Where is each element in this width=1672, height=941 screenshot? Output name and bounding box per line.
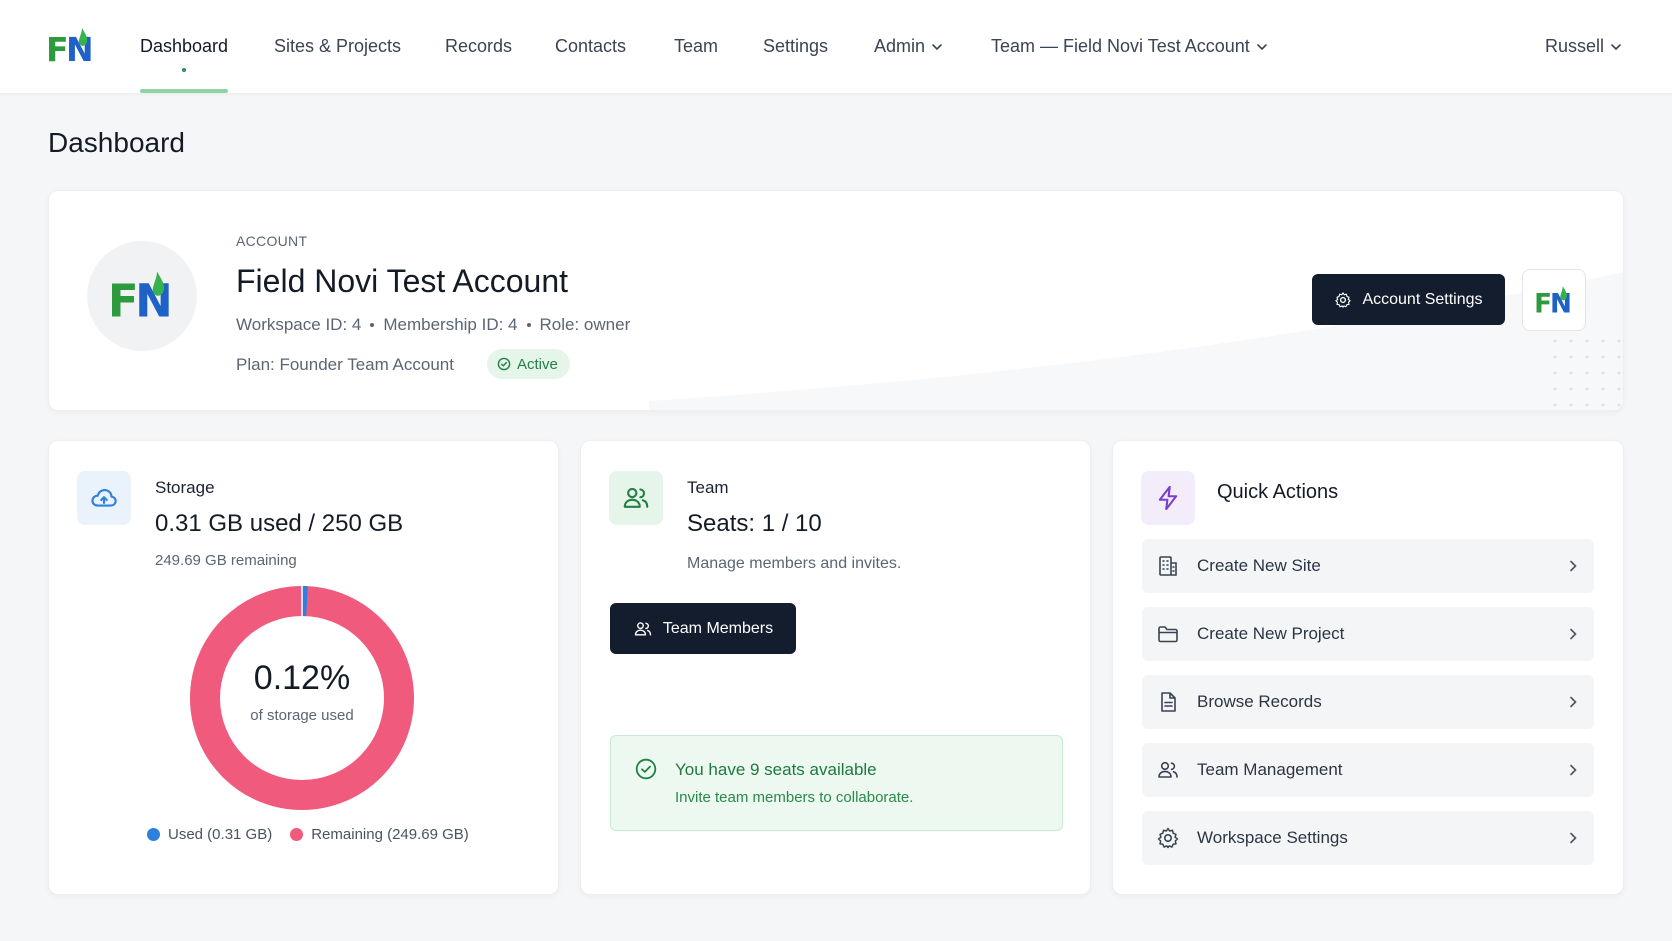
storage-label: Storage (155, 478, 215, 497)
nav-settings[interactable]: Settings (763, 36, 828, 57)
account-logo: F N (108, 271, 173, 326)
workspace-id: Workspace ID: 4 (236, 315, 362, 334)
account-role: Role: owner (539, 315, 631, 334)
svg-text:F: F (108, 274, 139, 326)
team-description: Manage members and invites. (687, 555, 902, 572)
nav-contacts[interactable]: Contacts (555, 36, 626, 57)
nav-dashboard[interactable]: Dashboard (140, 36, 228, 57)
storage-card: Storage 0.31 GB used / 250 GB 249.69 GB … (48, 440, 559, 895)
app-logo[interactable]: F N (46, 24, 96, 68)
active-dot (182, 68, 186, 72)
nav-team-switcher[interactable]: Team — Field Novi Test Account (991, 36, 1268, 57)
chevron-down-icon (932, 43, 942, 50)
legend-used: Used (0.31 GB) (147, 826, 272, 843)
team-members-button[interactable]: Team Members (610, 603, 796, 654)
chevron-right-icon (1570, 764, 1577, 776)
chevron-right-icon (1570, 832, 1577, 844)
account-settings-button[interactable]: Account Settings (1312, 274, 1505, 325)
storage-percent: 0.12% (253, 659, 351, 697)
nav-admin[interactable]: Admin (874, 36, 943, 57)
check-circle-icon (497, 357, 511, 371)
chevron-down-icon (1611, 43, 1621, 50)
storage-icon-box (77, 471, 131, 525)
chevron-right-icon (1570, 696, 1577, 708)
quick-action-create-site[interactable]: Create New Site (1142, 539, 1594, 593)
account-logo-button[interactable]: F N (1522, 269, 1586, 331)
account-card: F N ACCOUNT Field Novi Test Account Work… (48, 190, 1624, 411)
separator-dot (526, 323, 531, 327)
nav-sites-projects[interactable]: Sites & Projects (274, 36, 401, 57)
page-title: Dashboard (48, 127, 185, 158)
lightning-icon (1158, 485, 1178, 511)
nav-team[interactable]: Team (674, 36, 718, 57)
storage-legend: Used (0.31 GB) Remaining (249.69 GB) (147, 826, 469, 843)
svg-text:N: N (135, 274, 173, 326)
chevron-down-icon (1256, 43, 1267, 50)
storage-value: 0.31 GB used / 250 GB (155, 510, 404, 537)
status-badge: Active (487, 349, 570, 379)
team-icon-box (609, 471, 663, 525)
quick-actions-title: Quick Actions (1217, 481, 1339, 503)
account-eyebrow: ACCOUNT (236, 233, 308, 249)
check-circle-icon (635, 758, 657, 780)
team-card: Team Seats: 1 / 10 Manage members and in… (580, 440, 1091, 895)
account-meta: Workspace ID: 4 Membership ID: 4 Role: o… (236, 315, 630, 335)
account-avatar: F N (87, 241, 197, 351)
donut-remaining-arc (190, 586, 414, 810)
separator-dot (370, 323, 375, 327)
account-plan: Plan: Founder Team Account (236, 355, 454, 374)
legend-remaining: Remaining (249.69 GB) (290, 826, 469, 843)
storage-remaining: 249.69 GB remaining (155, 552, 297, 569)
chevron-right-icon (1570, 628, 1577, 640)
user-menu[interactable]: Russell (1545, 36, 1622, 57)
nav-records[interactable]: Records (445, 36, 512, 57)
quick-action-workspace-settings[interactable]: Workspace Settings (1142, 811, 1594, 865)
quick-actions-card: Quick Actions Create New Site Create New… (1112, 440, 1624, 895)
storage-percent-caption: of storage used (250, 707, 354, 724)
team-label: Team (687, 478, 729, 497)
gear-icon (1335, 291, 1352, 308)
logo-mark: F N (1534, 285, 1572, 318)
decorative-dots (1553, 339, 1621, 407)
folder-icon (1158, 626, 1178, 643)
legend-used-swatch (147, 828, 160, 841)
building-icon (1159, 556, 1177, 576)
quick-action-team-management[interactable]: Team Management (1142, 743, 1594, 797)
users-icon (634, 621, 652, 636)
active-underline (140, 89, 228, 93)
account-name: Field Novi Test Account (236, 263, 569, 299)
membership-id: Membership ID: 4 (383, 315, 518, 334)
quick-action-browse-records[interactable]: Browse Records (1142, 675, 1594, 729)
seats-title: You have 9 seats available (675, 760, 877, 779)
legend-remaining-swatch (290, 828, 304, 841)
seats-subtitle: Invite team members to collaborate. (675, 789, 914, 806)
document-icon (1161, 692, 1176, 712)
svg-text:N: N (66, 30, 94, 68)
users-icon (623, 487, 649, 508)
team-seats: Seats: 1 / 10 (687, 510, 822, 537)
seats-available-notice: You have 9 seats available Invite team m… (610, 735, 1063, 831)
top-nav: F N Dashboard Sites & Projects Records C… (0, 0, 1672, 94)
quick-actions-icon-box (1141, 471, 1195, 525)
gear-icon (1157, 827, 1179, 849)
storage-donut-chart (190, 586, 414, 810)
users-icon (1158, 761, 1178, 778)
logo-mark: F N (46, 28, 94, 68)
chevron-right-icon (1570, 560, 1577, 572)
cloud-upload-icon (91, 488, 117, 507)
quick-action-create-project[interactable]: Create New Project (1142, 607, 1594, 661)
